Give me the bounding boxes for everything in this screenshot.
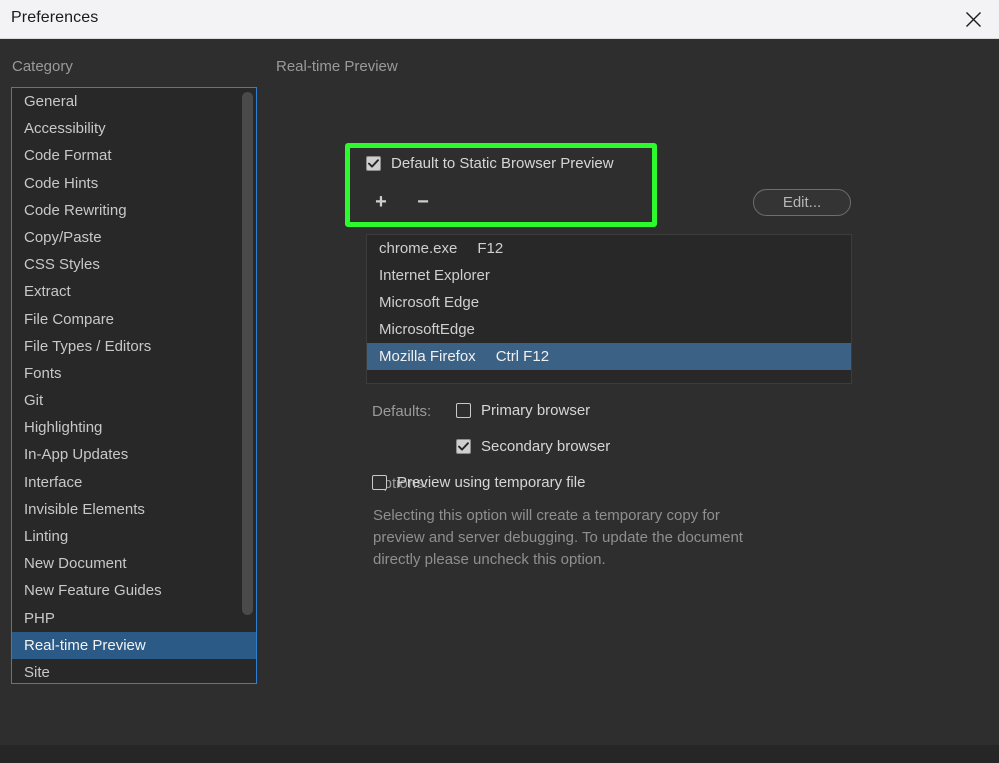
title-bar: Preferences — [0, 0, 999, 39]
sidebar-item[interactable]: Accessibility — [12, 115, 256, 142]
browser-shortcut: Ctrl F12 — [495, 348, 550, 365]
sidebar-item[interactable]: Invisible Elements — [12, 496, 256, 523]
sidebar-item[interactable]: Code Hints — [12, 170, 256, 197]
default-static-browser-preview-checkbox[interactable]: Default to Static Browser Preview — [366, 155, 614, 172]
sidebar-item[interactable]: New Feature Guides — [12, 577, 256, 604]
browser-list[interactable]: chrome.exe F12 Internet Explorer Microsoft … — [366, 234, 852, 384]
category-list-scrollbar[interactable] — [242, 92, 253, 615]
sidebar-item[interactable]: In-App Updates — [12, 441, 256, 468]
sidebar-item[interactable]: Code Format — [12, 142, 256, 169]
edit-button[interactable]: Edit... — [753, 189, 851, 216]
sidebar-item[interactable]: File Types / Editors — [12, 333, 256, 360]
secondary-browser-label: Secondary browser — [481, 438, 611, 455]
browser-name: Mozilla Firefox — [379, 348, 476, 365]
browser-list-item[interactable]: Internet Explorer — [367, 262, 851, 289]
secondary-browser-checkbox[interactable]: Secondary browser — [456, 438, 610, 455]
sidebar-item[interactable]: CSS Styles — [12, 251, 256, 278]
sidebar-item[interactable]: Highlighting — [12, 414, 256, 441]
primary-browser-checkbox[interactable]: Primary browser — [456, 402, 590, 419]
panel-title: Real-time Preview — [276, 58, 398, 75]
checkbox-indicator — [456, 439, 471, 454]
dialog-body: Category Real-time Preview General Access… — [0, 39, 999, 763]
browser-name: chrome.exe — [379, 240, 458, 257]
checkbox-indicator — [366, 156, 381, 171]
sidebar-item[interactable]: Fonts — [12, 360, 256, 387]
preview-temporary-file-label: Preview using temporary file — [397, 474, 586, 491]
browser-list-item[interactable]: MicrosoftEdge — [367, 316, 851, 343]
browser-list-toolbar: + − — [372, 192, 432, 212]
sidebar-item[interactable]: Extract — [12, 278, 256, 305]
option-help-text: Selecting this option will create a temp… — [373, 507, 743, 568]
window-title: Preferences — [11, 9, 99, 26]
primary-browser-label: Primary browser — [481, 402, 591, 419]
checkbox-indicator — [372, 475, 387, 490]
sidebar-item[interactable]: General — [12, 88, 256, 115]
browser-list-item[interactable]: Microsoft Edge — [367, 289, 851, 316]
browser-name: Internet Explorer — [379, 267, 490, 284]
browser-list-item[interactable] — [367, 370, 851, 383]
category-list[interactable]: General Accessibility Code Format Code Hint… — [11, 87, 257, 684]
checkbox-indicator — [456, 403, 471, 418]
default-static-browser-preview-label: Default to Static Browser Preview — [391, 155, 614, 172]
remove-browser-icon[interactable]: − — [414, 192, 432, 212]
realtime-preview-panel: Default to Static Browser Preview + − Ed… — [276, 87, 976, 687]
sidebar-item[interactable]: File Compare — [12, 306, 256, 333]
sidebar-item[interactable]: PHP — [12, 605, 256, 632]
sidebar-item[interactable]: Linting — [12, 523, 256, 550]
sidebar-item[interactable]: Code Rewriting — [12, 197, 256, 224]
close-icon[interactable] — [947, 0, 999, 38]
sidebar-item[interactable]: Copy/Paste — [12, 224, 256, 251]
sidebar-item[interactable]: New Document — [12, 550, 256, 577]
browser-list-item[interactable]: Mozilla Firefox Ctrl F12 — [367, 343, 851, 370]
sidebar-item[interactable]: Real-time Preview — [12, 631, 256, 659]
add-browser-icon[interactable]: + — [372, 192, 390, 212]
defaults-label: Defaults: — [372, 403, 432, 420]
sidebar-item[interactable]: Interface — [12, 469, 256, 496]
preview-temporary-file-checkbox[interactable]: Preview using temporary file — [372, 474, 585, 491]
browser-shortcut: F12 — [477, 240, 504, 257]
window-bottom-strip — [0, 745, 999, 763]
browser-list-item[interactable]: chrome.exe F12 — [367, 235, 851, 262]
sidebar-item[interactable]: Site — [12, 659, 256, 683]
sidebar-item[interactable]: Git — [12, 387, 256, 414]
category-label: Category — [12, 58, 73, 75]
browser-name: Microsoft Edge — [379, 294, 480, 311]
browser-name: MicrosoftEdge — [379, 321, 475, 338]
preferences-dialog: Preferences Category Real-time Preview G… — [0, 0, 999, 763]
